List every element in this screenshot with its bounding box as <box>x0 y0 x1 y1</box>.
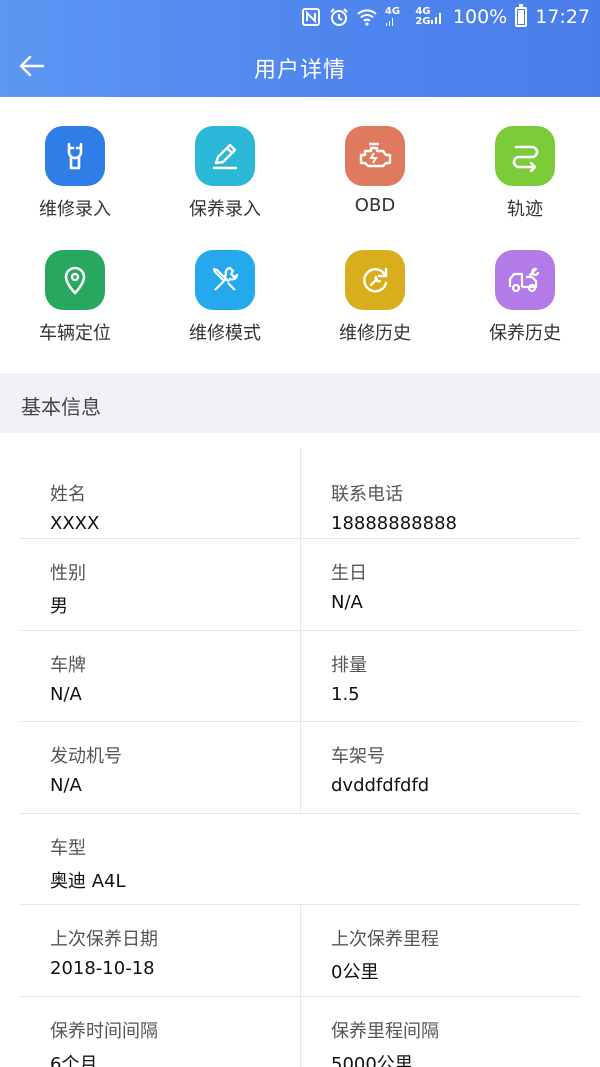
feature-label: 保养录入 <box>189 199 261 220</box>
info-cell-displacement: 排量 1.5 <box>300 631 580 721</box>
basic-info: 姓名 XXXX 联系电话 18888888888 性别 男 生日 N/A 车牌 … <box>0 433 600 1067</box>
info-row: 车型 奥迪 A4L <box>20 814 580 905</box>
info-label: 车牌 <box>50 655 86 676</box>
battery-icon <box>515 4 528 27</box>
info-value: 6个月 <box>50 1054 98 1067</box>
info-row: 车牌 N/A 排量 1.5 <box>20 631 580 722</box>
feature-label: OBD <box>354 195 396 216</box>
wifi-icon <box>357 7 377 27</box>
info-cell-last-service-date: 上次保养日期 2018-10-18 <box>20 905 300 996</box>
page-title: 用户详情 <box>253 58 346 83</box>
info-label: 姓名 <box>50 484 86 505</box>
feature-label: 保养历史 <box>489 323 561 344</box>
info-row: 保养时间间隔 6个月 保养里程间隔 5000公里 <box>20 997 580 1067</box>
feature-maintenance-entry[interactable]: 保养录入 <box>150 126 300 236</box>
feature-vehicle-location[interactable]: 车辆定位 <box>0 250 150 360</box>
info-value: 2018-10-18 <box>50 958 155 979</box>
tow-truck-icon <box>495 250 555 310</box>
info-cell-last-service-mileage: 上次保养里程 0公里 <box>300 905 580 996</box>
pencil-icon <box>195 126 255 186</box>
info-cell-service-time-interval: 保养时间间隔 6个月 <box>20 997 300 1067</box>
info-label: 发动机号 <box>50 746 122 767</box>
info-label: 性别 <box>50 563 86 584</box>
info-value: XXXX <box>50 513 100 534</box>
feature-label: 维修录入 <box>39 199 111 220</box>
feature-obd[interactable]: OBD <box>300 126 450 236</box>
info-label: 排量 <box>331 655 367 676</box>
tools-icon <box>195 250 255 310</box>
alarm-icon <box>329 7 349 27</box>
info-cell-plate: 车牌 N/A <box>20 631 300 721</box>
repair-history-icon <box>345 250 405 310</box>
info-label: 上次保养里程 <box>331 929 439 950</box>
info-row: 姓名 XXXX 联系电话 18888888888 <box>20 448 580 539</box>
top-bar: 4G 4G 2G 100% 17:27 用户详情 <box>0 0 600 97</box>
info-cell-model: 车型 奥迪 A4L <box>20 814 580 904</box>
info-cell-service-mileage-interval: 保养里程间隔 5000公里 <box>300 997 580 1067</box>
info-label: 上次保养日期 <box>50 929 158 950</box>
info-label: 联系电话 <box>331 484 403 505</box>
info-value: 5000公里 <box>331 1054 413 1067</box>
nav-bar: 用户详情 <box>0 36 600 97</box>
info-row: 性别 男 生日 N/A <box>20 539 580 631</box>
feature-repair-history[interactable]: 维修历史 <box>300 250 450 360</box>
info-value: 奥迪 A4L <box>50 871 126 892</box>
info-label: 车型 <box>50 838 86 859</box>
info-label: 保养里程间隔 <box>331 1021 439 1042</box>
wrench-icon <box>45 126 105 186</box>
network-type-label: 4G <box>384 6 401 17</box>
feature-repair-entry[interactable]: 维修录入 <box>0 126 150 236</box>
info-cell-phone: 联系电话 18888888888 <box>300 448 580 538</box>
status-bar: 4G 4G 2G 100% 17:27 <box>0 0 600 36</box>
nfc-icon <box>301 7 321 27</box>
info-cell-vin: 车架号 dvddfdfdfd <box>300 722 580 813</box>
status-icons: 4G 4G 2G 100% 17:27 <box>301 4 590 28</box>
network-type-label-bottom: 2G <box>415 16 431 27</box>
section-header: 基本信息 <box>0 373 600 433</box>
feature-grid: 维修录入 保养录入 OBD 轨迹 车辆定位 维修模式 维修历史 保养历史 <box>0 97 600 373</box>
route-icon <box>495 126 555 186</box>
info-cell-birthday: 生日 N/A <box>300 539 580 630</box>
feature-label: 维修模式 <box>189 323 261 344</box>
info-cell-name: 姓名 XXXX <box>20 448 300 538</box>
info-value: N/A <box>331 592 363 613</box>
info-row: 上次保养日期 2018-10-18 上次保养里程 0公里 <box>20 905 580 997</box>
feature-label: 轨迹 <box>507 199 543 220</box>
info-value: 男 <box>50 596 68 617</box>
signal-4g-icon: 4G <box>385 7 407 27</box>
clock: 17:27 <box>535 6 590 28</box>
feature-track[interactable]: 轨迹 <box>450 126 600 236</box>
info-row: 发动机号 N/A 车架号 dvddfdfdfd <box>20 722 580 814</box>
info-value: 0公里 <box>331 962 379 983</box>
info-value: N/A <box>50 684 82 705</box>
info-label: 生日 <box>331 563 367 584</box>
feature-repair-mode[interactable]: 维修模式 <box>150 250 300 360</box>
info-value: dvddfdfdfd <box>331 775 430 796</box>
location-pin-icon <box>45 250 105 310</box>
signal-4g2g-icon: 4G 2G <box>415 7 445 27</box>
feature-label: 车辆定位 <box>39 323 111 344</box>
engine-icon <box>345 126 405 186</box>
section-title: 基本信息 <box>21 395 101 419</box>
feature-maintenance-history[interactable]: 保养历史 <box>450 250 600 360</box>
info-value: N/A <box>50 775 82 796</box>
info-cell-gender: 性别 男 <box>20 539 300 630</box>
info-label: 保养时间间隔 <box>50 1021 158 1042</box>
info-value: 1.5 <box>331 684 360 705</box>
info-value: 18888888888 <box>331 513 457 534</box>
info-cell-engine-no: 发动机号 N/A <box>20 722 300 813</box>
info-label: 车架号 <box>331 746 385 767</box>
battery-percent: 100% <box>452 6 508 28</box>
feature-label: 维修历史 <box>339 323 411 344</box>
